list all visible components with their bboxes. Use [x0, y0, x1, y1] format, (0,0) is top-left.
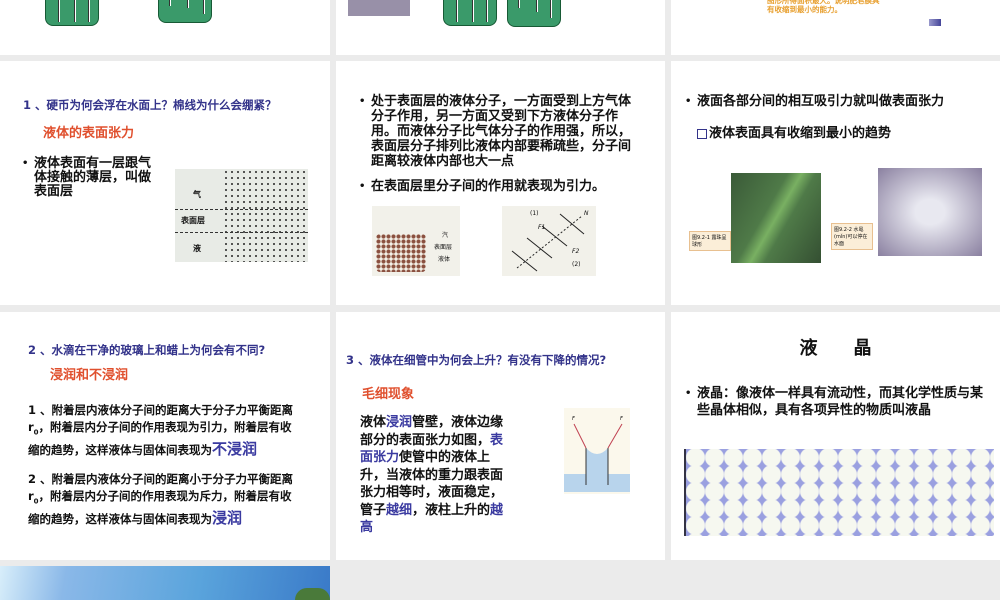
slide-thumbnail[interactable]	[0, 566, 330, 600]
figure-label: (2)	[572, 261, 581, 268]
surface-layer-figure: 气 表面层 液	[175, 169, 308, 262]
slide-thumbnail[interactable]: 3 、液体在细管中为何会上升？有没有下降的情况? 毛细现象 液体浸润管壁，液体边…	[336, 312, 665, 560]
figure-label: (1)	[530, 210, 539, 217]
slide-thumbnail[interactable]: 2 、水滴在干净的玻璃上和蜡上为何会有不同? 浸润和不浸润 1 、附着层内液体分…	[0, 312, 330, 560]
molecule-figure: 汽 表面层 液体	[372, 206, 460, 276]
slide-subtitle: 浸润和不浸润	[50, 368, 129, 383]
slide-thumbnail[interactable]	[0, 0, 330, 55]
figure-label: 表面层	[181, 216, 205, 225]
beaker-image	[158, 0, 212, 23]
term-highlight: 越细	[386, 502, 413, 518]
speaker-icon	[929, 19, 941, 26]
slide-thumbnail[interactable]: 处于表面层的液体分子，一方面受到上方气体分子作用，另一方面又受到下方液体分子作用…	[336, 61, 665, 305]
beaker-image	[443, 0, 497, 26]
bullet-text: 液面各部分间的相互吸引力就叫做表面张力	[685, 94, 997, 109]
sub-bullet-text: 液体表面具有收缩到最小的趋势	[709, 126, 892, 141]
slide-title: 液 晶	[799, 338, 872, 359]
slide-thumbnail[interactable]	[336, 0, 665, 55]
figure-label: F	[620, 416, 623, 422]
slide-thumbnail[interactable]: 液 晶 液晶：像液体一样具有流动性，而其化学性质与某些晶体相似，具有各项异性的物…	[671, 312, 1000, 560]
water-strider-photo	[878, 168, 982, 256]
figure-label: 气	[193, 190, 201, 199]
slide-thumbnail[interactable]: 1 、硬币为何会浮在水面上？棉线为什么会绷紧？ 液体的表面张力 液体表面有一层跟…	[0, 61, 330, 305]
bullet-text: 在表面层里分子间的作用就表现为引力。	[359, 179, 651, 194]
text: 液体	[360, 415, 387, 430]
figure-label: 表面层	[434, 244, 453, 251]
term-highlight: 浸润	[386, 415, 413, 430]
figure-label: F1	[538, 224, 546, 231]
tree-photo	[295, 588, 330, 600]
text: ，附着层内分子间的作用表现为斥力，附着层有收缩的趋势，这样液体与固体间表现为	[28, 489, 292, 527]
figure-label: 液体	[438, 256, 451, 263]
term-highlight: 不浸润	[212, 440, 258, 459]
figure-label: 汽	[442, 232, 449, 239]
capillary-text: 液体浸润管壁，液体边缘部分的表面张力如图，表面张力使管中的液体上升，当液体的重力…	[360, 414, 506, 537]
bullet-text: 液晶：像液体一样具有流动性，而其化学性质与某些晶体相似，具有各项异性的物质叫液晶	[685, 385, 987, 419]
arrows-icon	[511, 213, 585, 272]
slide-subtitle: 毛细现象	[362, 387, 415, 402]
slide-thumbnail[interactable]: 液面各部分间的相互吸引力就叫做表面张力 液体表面具有收缩到最小的趋势 图9.2-…	[671, 61, 1000, 305]
term-highlight: 浸润	[212, 509, 243, 528]
dewdrop-photo	[731, 173, 821, 263]
bullet-text: 液体表面有一层跟气体接触的薄层，叫做表面层	[22, 157, 154, 199]
beaker-image	[507, 0, 561, 27]
figure-label: N	[584, 210, 589, 217]
text: ，液柱上升的	[412, 502, 491, 518]
force-arrows-figure: (1) (2) N F1 F2	[502, 206, 596, 276]
caption: 图形所得面积最大。说明肥皂膜具有收缩到最小的能力。	[767, 0, 880, 14]
capillary-figure: F F	[564, 408, 630, 494]
slide-question: 2 、水滴在干净的玻璃上和蜡上为何会有不同?	[28, 343, 266, 357]
slide-question: 3 、液体在细管中为何会上升？有没有下降的情况?	[346, 353, 607, 367]
figure-caption: 图9.2-2 水黾(mǐn)可以停在水面	[831, 223, 873, 250]
slide-subtitle: 液体的表面张力	[43, 126, 135, 141]
coin-photo	[348, 0, 410, 16]
liquid-crystal-figure	[684, 449, 994, 536]
paragraph-non-wetting: 1 、附着层内液体分子间的距离大于分子力平衡距离 r0，附着层内分子间的作用表现…	[28, 402, 298, 459]
figure-label: F	[572, 416, 575, 422]
checkbox-bullet-icon	[697, 129, 707, 139]
bullet-text: 处于表面层的液体分子，一方面受到上方气体分子作用，另一方面又受到下方液体分子作用…	[359, 94, 639, 169]
slide-question: 1 、硬币为何会浮在水面上？棉线为什么会绷紧？	[23, 98, 277, 112]
figure-label: 液	[193, 244, 201, 253]
beaker-image	[45, 0, 99, 26]
paragraph-wetting: 2 、附着层内液体分子间的距离小于分子力平衡距离 r0，附着层内分子间的作用表现…	[28, 471, 298, 528]
slide-thumbnail[interactable]: 图形所得面积最大。说明肥皂膜具有收缩到最小的能力。	[671, 0, 1000, 55]
figure-caption: 图9.2-1 露珠呈球形	[689, 231, 731, 251]
figure-label: F2	[572, 248, 580, 255]
